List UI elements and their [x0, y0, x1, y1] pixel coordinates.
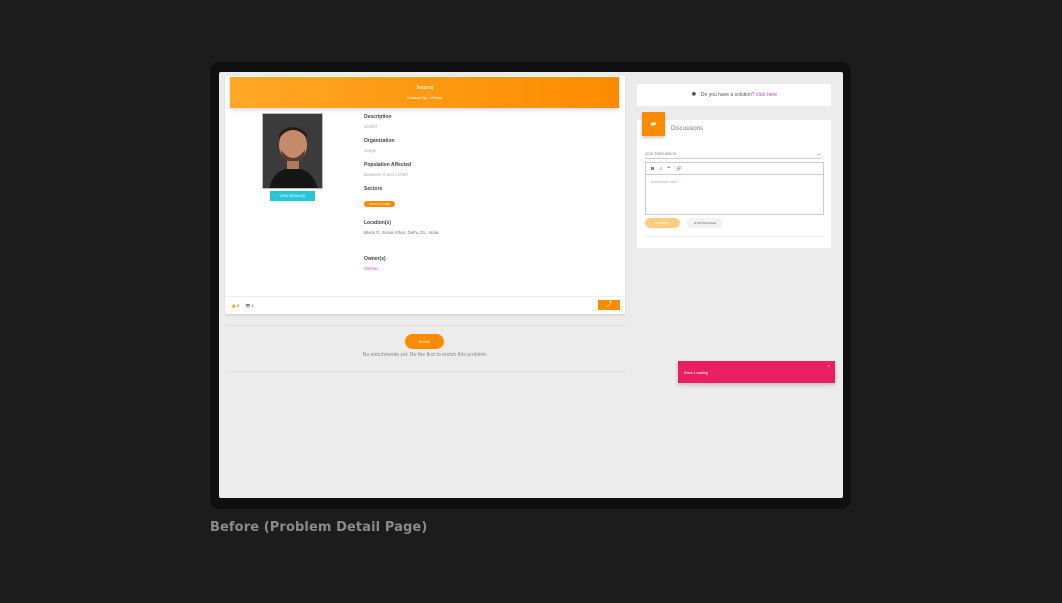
discussions-divider: [645, 236, 823, 237]
lightbulb-icon: ✺: [691, 92, 697, 98]
description-label: Description: [364, 114, 392, 120]
enrich-divider-bottom: [225, 371, 625, 372]
problem-header: Testproj Created By : Vishnu: [230, 77, 619, 108]
editor-placeholder[interactable]: Insert text here ...: [646, 175, 823, 188]
editor-toolbar: B I ❞ 🔗: [646, 163, 823, 175]
join-discussion-label: Join Discussion: [645, 151, 677, 156]
comment-button[interactable]: COMMENT: [645, 218, 680, 228]
description-field: Description sfsdfsf: [364, 114, 392, 129]
enrich-empty-text: No enrichments yet. Be the first to enri…: [362, 352, 488, 358]
solution-box: ✺ Do you have a solution? click here: [637, 84, 831, 106]
chevron-down-icon: ⌄: [816, 151, 821, 157]
discussions-title: Discussions: [671, 126, 704, 132]
views-counter: 👁 1: [245, 303, 253, 308]
attach-file-button[interactable]: ⊘ ATTACH FILE: [687, 218, 723, 228]
chat-icon: ▰: [642, 112, 665, 136]
owner-link[interactable]: Vishnu: [364, 266, 386, 271]
organization-field: Organization Jeege: [364, 138, 395, 153]
reactions-bar: 👍 0 👁 1: [231, 303, 254, 308]
bold-icon[interactable]: B: [651, 166, 654, 171]
error-toast: Error Loading ×: [678, 361, 835, 383]
like-count: 0: [237, 303, 240, 308]
sector-chip[interactable]: AGRICULTURE: [364, 201, 396, 207]
view-media-button[interactable]: VIEW MEDIA (2): [270, 191, 315, 201]
person-photo: [263, 114, 322, 188]
organization-value: Jeege: [364, 148, 377, 153]
population-label: Population Affected: [364, 162, 412, 168]
image-caption: Before (Problem Detail Page): [210, 520, 428, 535]
sectors-field: Sectors AGRICULTURE: [364, 186, 396, 210]
join-discussion-select[interactable]: Join Discussion ⌄: [645, 151, 821, 159]
enrich-button[interactable]: Enrich: [405, 334, 444, 349]
organization-label: Organization: [364, 138, 395, 144]
attach-file-label: ATTACH FILE: [697, 221, 716, 225]
close-icon[interactable]: ×: [828, 363, 830, 368]
owner-label: Owner(s): [364, 256, 386, 262]
location-field: Location(s) Block D, Sonia Vihar, Delhi,…: [364, 220, 438, 235]
view-count: 1: [251, 303, 254, 308]
enrich-divider-top: [225, 325, 625, 326]
problem-card: Testproj Created By : Vishnu VIEW MEDIA …: [225, 76, 625, 314]
location-value: Block D, Sonia Vihar, Delhi, DL, India: [364, 230, 439, 235]
app-screen: Testproj Created By : Vishnu VIEW MEDIA …: [219, 72, 843, 498]
italic-icon[interactable]: I: [660, 166, 661, 171]
quote-icon[interactable]: ❞: [668, 166, 670, 172]
toast-message: Error Loading: [684, 370, 709, 375]
link-icon[interactable]: 🔗: [676, 166, 682, 172]
solution-prompt: Do you have a solution?: [700, 92, 755, 98]
eye-icon: 👁: [245, 303, 251, 308]
like-button[interactable]: 👍 0: [231, 303, 239, 308]
share-icon: ⤴: [605, 302, 612, 308]
card-divider: [225, 296, 625, 297]
discussions-panel: ▰ Discussions Join Discussion ⌄ B I ❞ 🔗 …: [637, 112, 831, 248]
location-label: Location(s): [364, 220, 391, 226]
population-field: Population Affected Between 0 and 10000: [364, 162, 411, 177]
share-button[interactable]: ⤴: [598, 300, 620, 310]
population-value: Between 0 and 10000: [364, 172, 408, 177]
sectors-label: Sectors: [364, 186, 383, 192]
created-by: Created By : Vishnu: [406, 95, 443, 100]
description-value: sfsdfsf: [364, 124, 378, 129]
solution-link[interactable]: click here: [756, 92, 777, 98]
comment-editor[interactable]: B I ❞ 🔗 Insert text here ...: [645, 162, 824, 215]
thumbs-up-icon: 👍: [231, 303, 236, 308]
problem-image[interactable]: [262, 113, 323, 189]
problem-title: Testproj: [415, 85, 434, 91]
owner-field: Owner(s) Vishnu: [364, 256, 386, 271]
